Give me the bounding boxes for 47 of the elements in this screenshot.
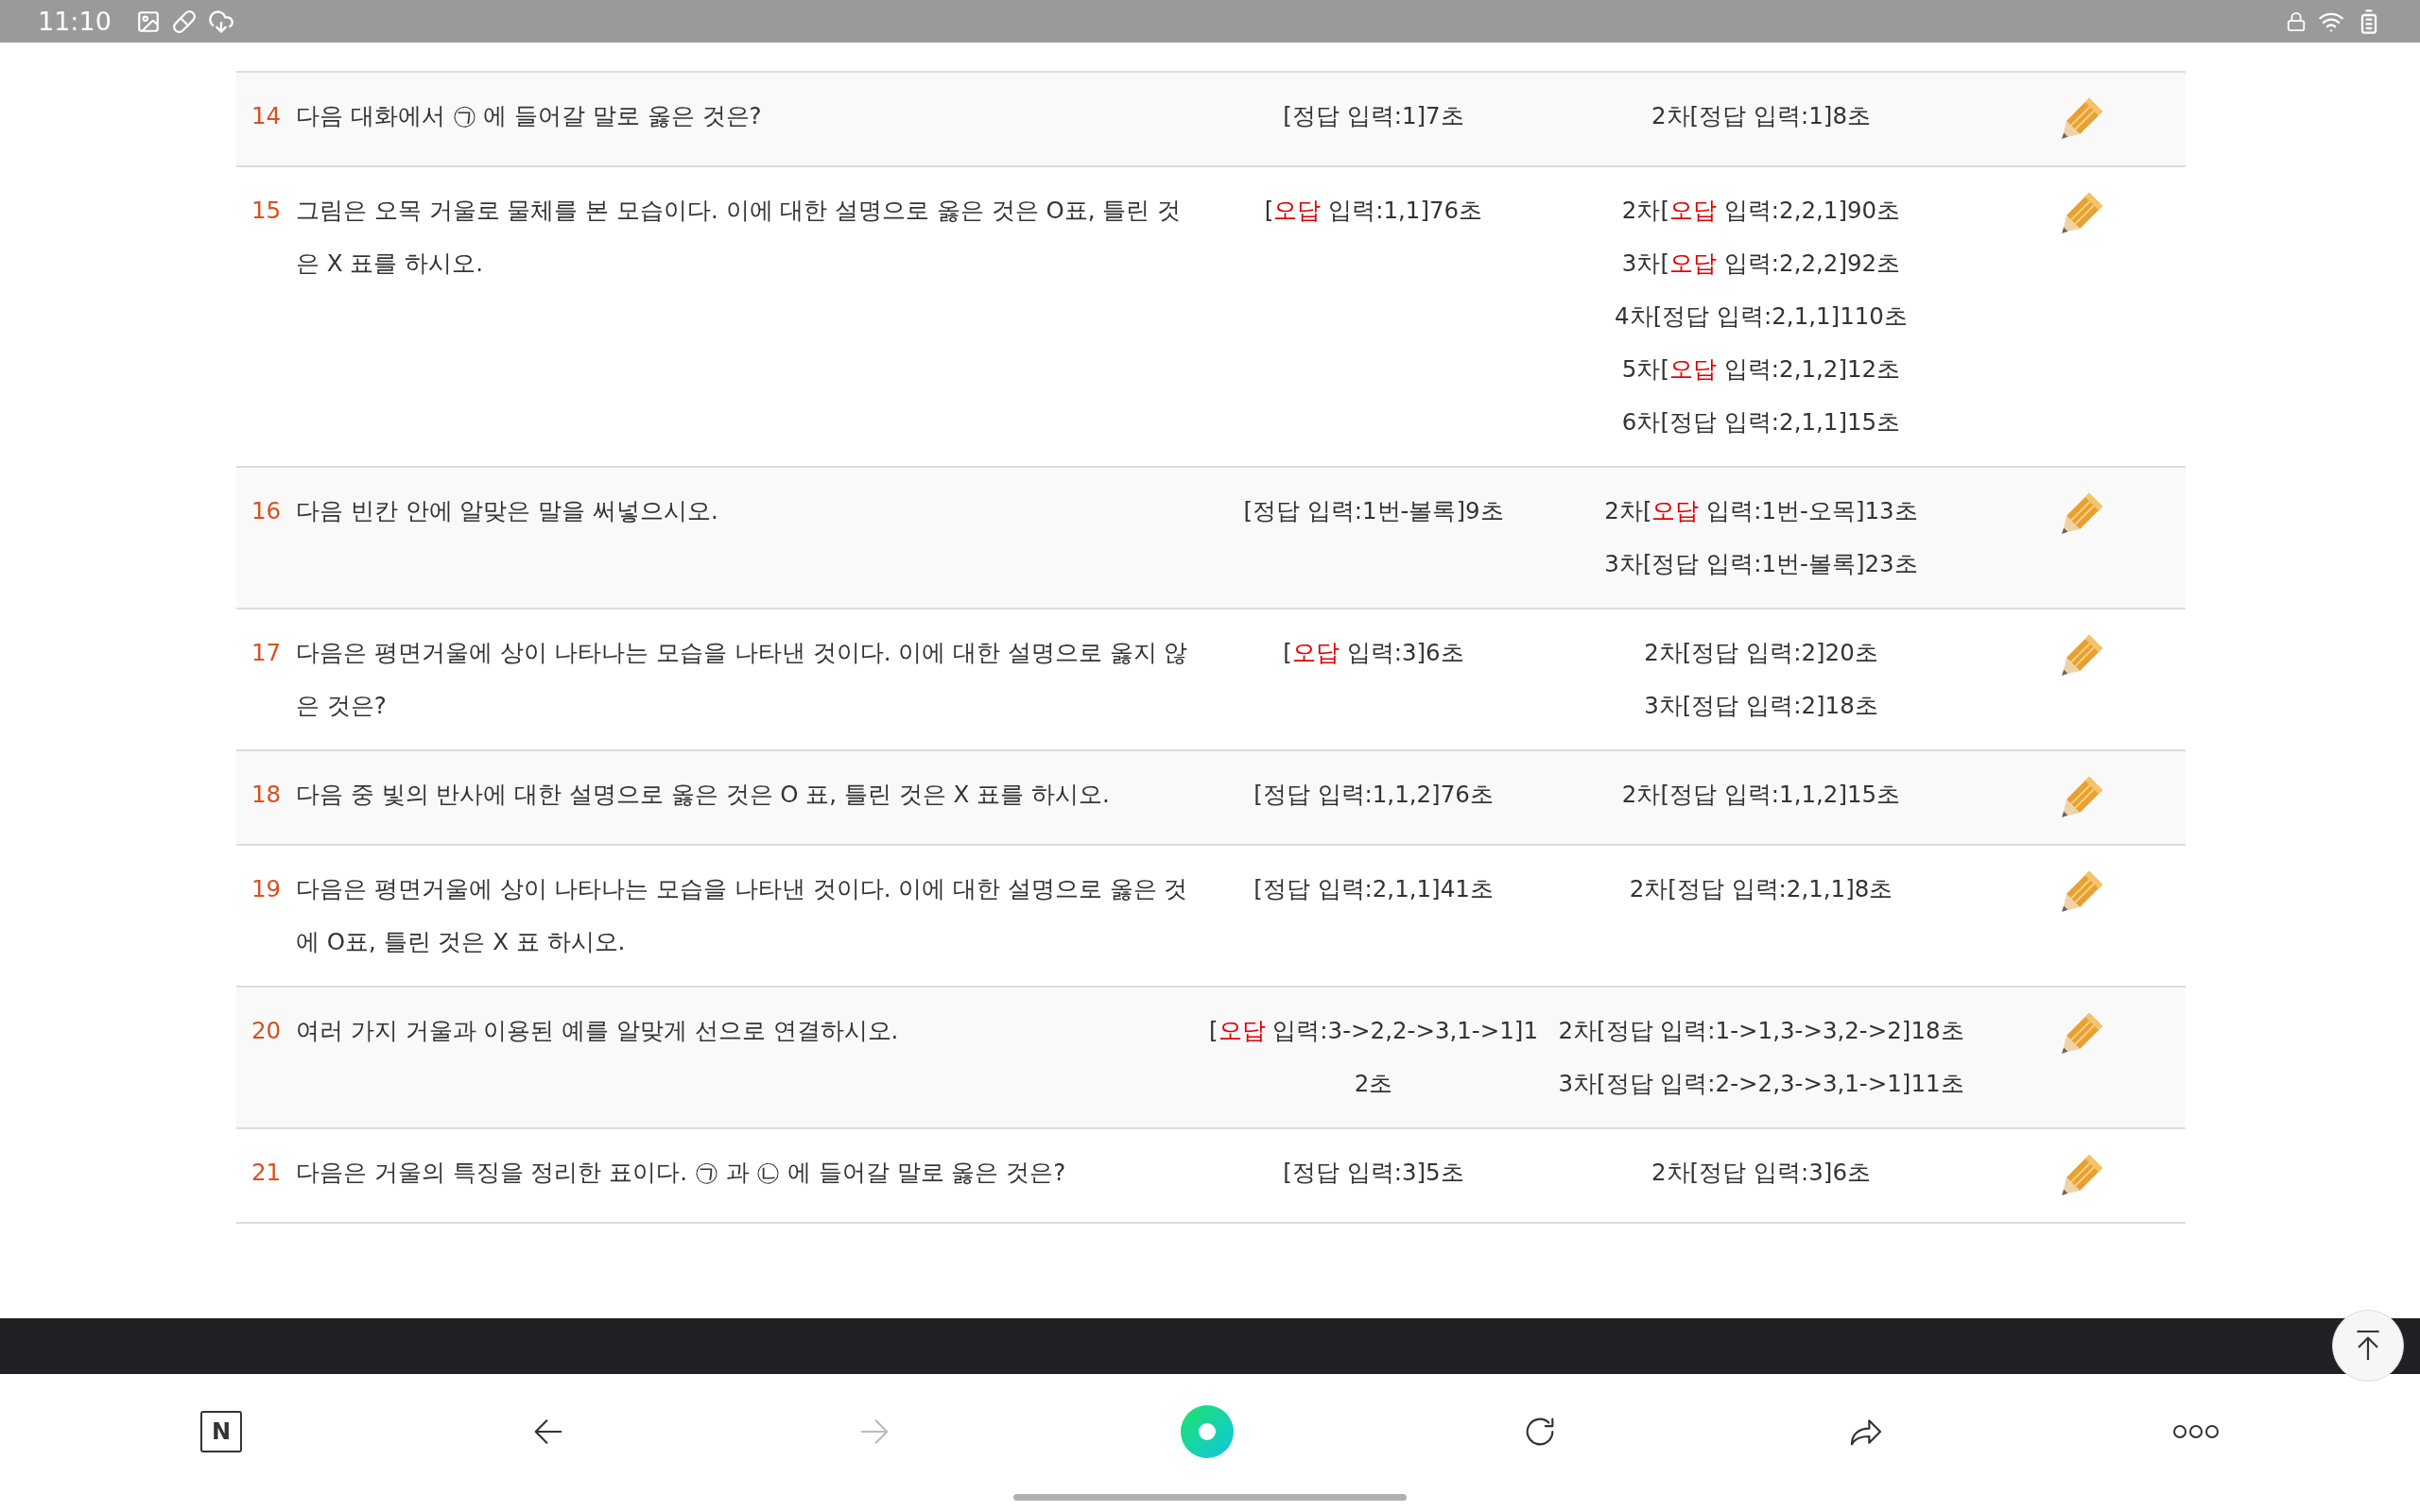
attempt-result: 2차[오답 입력:2,2,1]90초: [1621, 196, 1901, 226]
question-text: 다음은 평면거울에 상이 나타나는 모습을 나타낸 것이다. 이에 대한 설명으로 옳지 않은 것은?: [296, 638, 1189, 721]
attempt-result: 2차[정답 입력:1,1,2]15초: [1621, 780, 1901, 810]
question-text: 다음 중 빛의 반사에 대한 설명으로 옳은 것은 O 표, 틀린 것은 X 표를 하시오.: [296, 780, 1110, 810]
attempt-result: [정답 입력:1번-볼록]9초: [1243, 496, 1504, 526]
more-icon[interactable]: [2171, 1424, 2220, 1439]
question-text: 다음은 거울의 특징을 정리한 표이다. ㉠ 과 ㉡ 에 들어갈 말로 옳은 것은?: [296, 1158, 1066, 1188]
image-icon: [135, 9, 161, 34]
attempt-result: 6차[정답 입력:2,1,1]15초: [1621, 407, 1901, 438]
question-text: 다음 대화에서 ㉠ 에 들어갈 말로 옳은 것은?: [296, 101, 762, 131]
question-number: 21: [251, 1158, 282, 1188]
attempt-result: 4차[정답 입력:2,1,1]110초: [1615, 301, 1908, 332]
attempt-result: [오답 입력:3->2,2->3,1->1]12초: [1208, 1016, 1539, 1099]
question-text: 다음은 평면거울에 상이 나타나는 모습을 나타낸 것이다. 이에 대한 설명으로 옳은 것에 O표, 틀린 것은 X 표 하시오.: [296, 874, 1189, 957]
attempt-result: [오답 입력:3]6초: [1283, 638, 1464, 668]
question-number: 20: [251, 1016, 282, 1046]
pill-icon: [171, 9, 197, 34]
attempt-result: 2차[정답 입력:1]8초: [1651, 101, 1871, 131]
attempt-result: 3차[오답 입력:2,2,2]92초: [1621, 249, 1901, 279]
ring-icon[interactable]: [1181, 1405, 1234, 1458]
attempt-result: [정답 입력:1]7초: [1283, 101, 1464, 131]
question-text: 다음 빈칸 안에 알맞은 말을 써넣으시오.: [296, 496, 718, 526]
question-number: 16: [251, 496, 282, 526]
attempt-result: 3차[정답 입력:2]18초: [1644, 691, 1878, 721]
question-number: 17: [251, 638, 282, 668]
attempt-result: 2차[정답 입력:2,1,1]8초: [1629, 874, 1893, 904]
attempt-result: [정답 입력:1,1,2]76초: [1253, 780, 1494, 810]
lock-icon: [2286, 10, 2307, 32]
question-number: 19: [251, 874, 282, 904]
attempt-result: 2차[정답 입력:1->1,3->3,2->2]18초: [1558, 1016, 1964, 1046]
cloud-icon: [207, 8, 234, 35]
attempt-result: [정답 입력:2,1,1]41초: [1253, 874, 1494, 904]
question-number: 15: [251, 196, 282, 226]
question-text: 여러 가지 거울과 이용된 예를 알맞게 선으로 연결하시오.: [296, 1016, 899, 1046]
attempt-result: [오답 입력:1,1]76초: [1264, 196, 1483, 226]
attempt-result: 5차[오답 입력:2,1,2]12초: [1621, 354, 1901, 385]
attempt-result: 2차[오답 입력:1번-오목]13초: [1604, 496, 1918, 526]
question-text: 그림은 오목 거울로 물체를 본 모습이다. 이에 대한 설명으로 옳은 것은 O표, 틀린 것은 X 표를 하시오.: [296, 196, 1183, 279]
attempt-result: [정답 입력:3]5초: [1283, 1158, 1464, 1188]
attempt-result: 2차[정답 입력:3]6초: [1651, 1158, 1871, 1188]
status-time: 11:10: [38, 7, 112, 36]
question-number: 14: [251, 101, 282, 131]
question-number: 18: [251, 780, 282, 810]
attempt-result: 3차[정답 입력:2->2,3->3,1->1]11초: [1558, 1069, 1964, 1099]
attempt-result: 2차[정답 입력:2]20초: [1644, 638, 1878, 668]
home-logo[interactable]: N: [200, 1411, 243, 1452]
attempt-result: 3차[정답 입력:1번-볼록]23초: [1604, 549, 1918, 579]
